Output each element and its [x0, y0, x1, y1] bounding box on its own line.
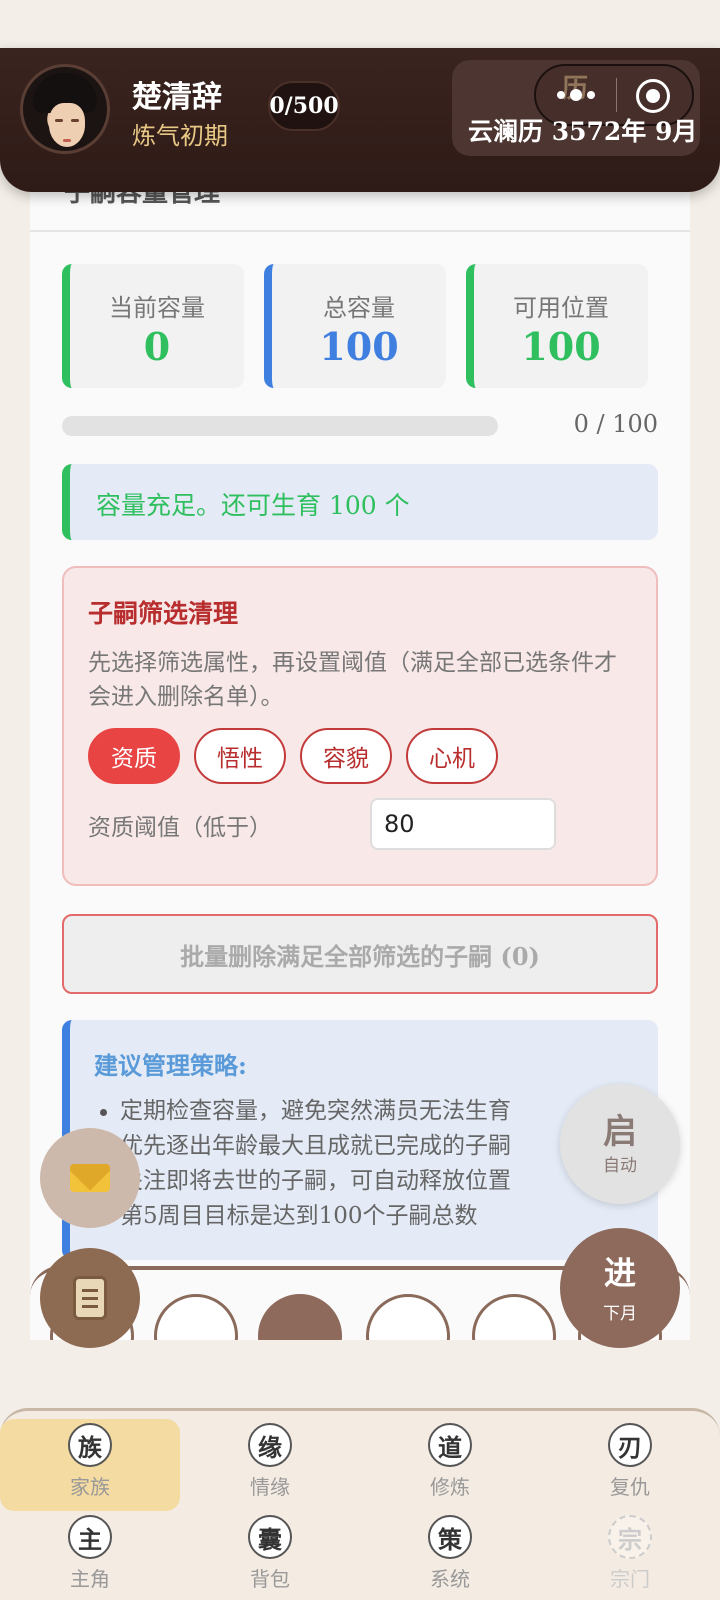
mail-icon — [70, 1164, 110, 1192]
nav-revenge-icon: 刃 — [608, 1423, 652, 1467]
scroll-line — [82, 1297, 98, 1300]
stat-card-available: 可用位置 100 — [466, 264, 648, 388]
scroll-line — [82, 1289, 98, 1292]
capacity-progress-bar — [62, 416, 498, 436]
tip-item: 定期检查容量，避免突然满员无法生育 — [94, 1094, 511, 1129]
avatar-eye — [71, 119, 79, 122]
nav-sect: 宗 宗门 — [540, 1511, 720, 1600]
capacity-notice: 容量充足。还可生育 100 个 — [62, 464, 658, 540]
divider — [30, 230, 690, 232]
nav-sect-icon: 宗 — [608, 1515, 652, 1559]
nav-label: 修炼 — [430, 1475, 470, 1499]
stat-value: 100 — [521, 324, 601, 369]
nav-label: 系统 — [430, 1567, 470, 1591]
count-badge: 0/500 — [268, 81, 340, 131]
strip-tab[interactable] — [472, 1294, 556, 1340]
nav-label: 情缘 — [250, 1475, 290, 1499]
stat-card-total: 总容量 100 — [264, 264, 446, 388]
next-label: 下月 — [603, 1303, 637, 1324]
nav-protagonist-icon: 主 — [68, 1515, 112, 1559]
more-dot — [570, 89, 582, 101]
strip-tab[interactable] — [154, 1294, 238, 1340]
nav-protagonist[interactable]: 主 主角 — [0, 1511, 180, 1600]
calendar-box: 历 云澜历 3572年 9月 — [452, 60, 700, 156]
chip-scheming[interactable]: 心机 — [406, 728, 498, 784]
scroll-line — [82, 1305, 98, 1308]
next-glyph: 进 — [603, 1253, 636, 1292]
notice-text: 容量充足。还可生育 100 个 — [96, 491, 410, 520]
nav-backpack[interactable]: 囊 背包 — [180, 1511, 360, 1600]
nav-cultivation-icon: 道 — [428, 1423, 472, 1467]
chip-appearance[interactable]: 容貌 — [300, 728, 392, 784]
stat-label: 总容量 — [323, 294, 395, 322]
nav-label: 家族 — [70, 1475, 110, 1499]
nav-revenge[interactable]: 刃 复仇 — [540, 1419, 720, 1511]
nav-label: 主角 — [70, 1567, 110, 1591]
nav-romance[interactable]: 缘 情缘 — [180, 1419, 360, 1511]
nav-label: 宗门 — [610, 1567, 650, 1591]
scroll-button[interactable] — [40, 1248, 140, 1348]
chip-aptitude[interactable]: 资质 — [88, 728, 180, 784]
tips-title: 建议管理策略: — [94, 1051, 247, 1080]
tips-list: 定期检查容量，避免突然满员无法生育 优先逐出年龄最大且成就已完成的子嗣 关注即将… — [94, 1094, 511, 1234]
stat-value: 100 — [319, 324, 399, 369]
batch-delete-button[interactable]: 批量删除满足全部筛选的子嗣 (0) — [62, 914, 658, 994]
filter-title: 子嗣筛选清理 — [88, 599, 239, 628]
close-target-icon[interactable] — [636, 79, 670, 113]
chip-comprehension[interactable]: 悟性 — [194, 728, 286, 784]
threshold-input[interactable] — [370, 798, 556, 850]
character-name: 楚清辞 — [132, 80, 222, 115]
scroll-icon — [73, 1276, 107, 1320]
avatar-lip — [63, 139, 71, 142]
nav-family[interactable]: 族 家族 — [0, 1419, 180, 1511]
filter-description: 先选择筛选属性，再设置阈值（满足全部已选条件才会进入删除名单）。 — [88, 650, 617, 710]
auto-button[interactable]: 启 自动 — [560, 1084, 680, 1204]
stat-card-current: 当前容量 0 — [62, 264, 244, 388]
more-dot — [587, 91, 595, 99]
avatar[interactable] — [20, 64, 110, 154]
nav-system-icon: 策 — [428, 1515, 472, 1559]
stat-label: 可用位置 — [513, 294, 609, 322]
progress-text: 0 / 100 — [573, 410, 658, 438]
more-dot — [557, 91, 565, 99]
nav-cultivation[interactable]: 道 修炼 — [360, 1419, 540, 1511]
nav-system[interactable]: 策 系统 — [360, 1511, 540, 1600]
auto-glyph: 启 — [603, 1111, 637, 1152]
top-header: 楚清辞 炼气初期 0/500 历 云澜历 3572年 9月 — [0, 48, 720, 192]
nav-romance-icon: 缘 — [248, 1423, 292, 1467]
nav-label: 背包 — [250, 1567, 290, 1591]
bottom-nav: 族 家族 缘 情缘 道 修炼 刃 复仇 主 主角 囊 背包 策 系统 宗 宗门 — [0, 1408, 720, 1600]
nav-backpack-icon: 囊 — [248, 1515, 292, 1559]
strip-tab-active[interactable] — [258, 1294, 342, 1340]
target-dot — [646, 89, 660, 103]
strip-tab[interactable] — [366, 1294, 450, 1340]
nav-label: 复仇 — [610, 1475, 650, 1499]
nav-family-icon: 族 — [68, 1423, 112, 1467]
tip-item: 优先逐出年龄最大且成就已完成的子嗣 — [120, 1133, 511, 1159]
avatar-eye — [55, 119, 63, 122]
mail-flap — [70, 1164, 110, 1191]
stat-label: 当前容量 — [109, 294, 205, 322]
filter-section: 子嗣筛选清理 先选择筛选属性，再设置阈值（满足全部已选条件才会进入删除名单）。 … — [62, 566, 658, 886]
mail-button[interactable] — [40, 1128, 140, 1228]
capsule-divider — [616, 78, 617, 112]
tip-item: 关注即将去世的子嗣，可自动释放位置 — [120, 1168, 511, 1194]
game-date: 云澜历 3572年 9月 — [468, 117, 698, 146]
cultivation-realm: 炼气初期 — [132, 122, 228, 150]
stat-value: 0 — [143, 324, 171, 369]
next-month-button[interactable]: 进 下月 — [560, 1228, 680, 1348]
tip-item: 第5周目目标是达到100个子嗣总数 — [94, 1199, 511, 1234]
auto-label: 自动 — [603, 1155, 637, 1176]
threshold-label: 资质阈值（低于） — [88, 815, 272, 841]
